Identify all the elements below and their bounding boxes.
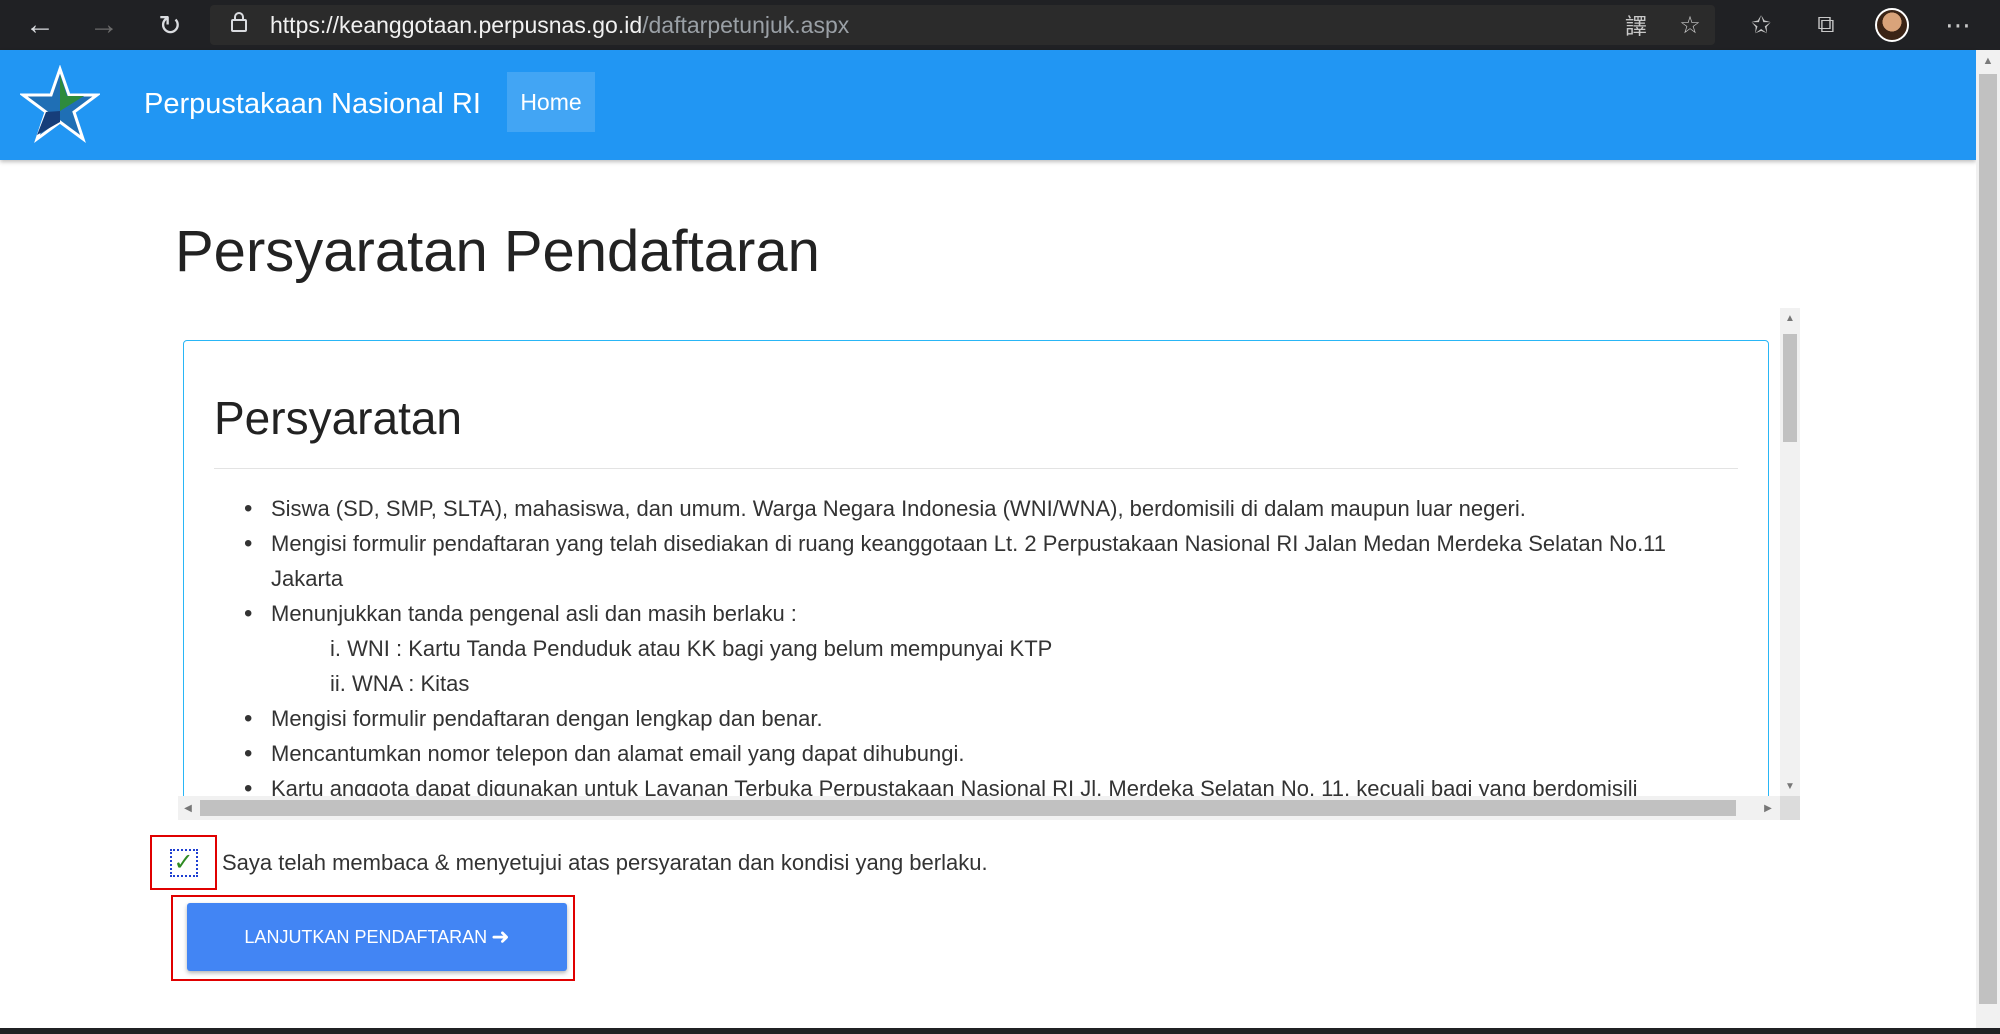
lock-icon (230, 11, 258, 39)
requirements-panel: Persyaratan Siswa (SD, SMP, SLTA), mahas… (183, 340, 1769, 820)
favorites-list-icon[interactable]: ✩ (1743, 8, 1779, 42)
site-navbar: Perpustakaan Nasional RI Home (0, 50, 1976, 160)
agreement-row: ✓ Saya telah membaca & menyetujui atas p… (150, 835, 988, 890)
scrollbar-corner (1780, 796, 1800, 820)
address-bar[interactable]: https://keanggotaan.perpusnas.go.id/daft… (210, 5, 1715, 45)
arrow-right-icon: ➜ (491, 924, 510, 949)
inner-horizontal-scrollbar[interactable]: ◀ ▶ (178, 796, 1780, 820)
divider (214, 468, 1738, 469)
agreement-checkbox[interactable]: ✓ (169, 848, 198, 877)
list-item: Mengisi formulir pendaftaran yang telah … (214, 526, 1744, 596)
collections-icon[interactable]: ⧉ (1808, 8, 1844, 42)
scroll-left-arrow-icon[interactable]: ◀ (178, 798, 198, 818)
back-icon[interactable]: ← (20, 6, 60, 44)
browser-toolbar: ← → ↻ https://keanggotaan.perpusnas.go.i… (0, 0, 2000, 50)
refresh-icon[interactable]: ↻ (150, 6, 190, 44)
inner-horizontal-scrollbar-thumb[interactable] (200, 800, 1736, 816)
sub-list-item: ii. WNA : Kitas (330, 671, 470, 696)
favorite-star-icon[interactable]: ☆ (1672, 8, 1708, 42)
scroll-right-arrow-icon[interactable]: ▶ (1758, 798, 1778, 818)
list-item: Menunjukkan tanda pengenal asli dan masi… (214, 596, 1744, 631)
requirements-scroll-box[interactable]: Persyaratan Siswa (SD, SMP, SLTA), mahas… (178, 308, 1800, 820)
list-item: Siswa (SD, SMP, SLTA), mahasiswa, dan um… (214, 491, 1744, 526)
site-title[interactable]: Perpustakaan Nasional RI (144, 88, 481, 121)
page-scrollbar-thumb[interactable] (1979, 74, 1997, 1004)
list-item: Mengisi formulir pendaftaran dengan leng… (214, 701, 1744, 736)
button-highlight-frame: LANJUTKAN PENDAFTARAN ➜ (171, 895, 575, 981)
list-item: Mencantumkan nomor telepon dan alamat em… (214, 736, 1744, 771)
url-domain: https://keanggotaan.perpusnas.go.id (270, 11, 643, 38)
checkbox-highlight-frame: ✓ (150, 835, 217, 890)
scroll-down-arrow-icon[interactable]: ▼ (1780, 776, 1800, 796)
site-logo[interactable] (18, 64, 102, 145)
forward-icon[interactable]: → (84, 6, 124, 44)
profile-avatar[interactable] (1875, 8, 1909, 42)
agreement-label[interactable]: Saya telah membaca & menyetujui atas per… (222, 850, 988, 876)
inner-vertical-scrollbar[interactable]: ▲ ▼ (1780, 308, 1800, 796)
sub-list-item: i. WNI : Kartu Tanda Penduduk atau KK ba… (330, 636, 1053, 661)
continue-registration-button[interactable]: LANJUTKAN PENDAFTARAN ➜ (187, 903, 567, 971)
nav-home-link[interactable]: Home (507, 72, 595, 132)
page-scrollbar[interactable]: ▲ (1976, 50, 2000, 1028)
page-title: Persyaratan Pendaftaran (175, 219, 820, 284)
continue-button-label: LANJUTKAN PENDAFTARAN (244, 926, 488, 947)
requirements-list: Siswa (SD, SMP, SLTA), mahasiswa, dan um… (214, 491, 1744, 806)
inner-vertical-scrollbar-thumb[interactable] (1783, 334, 1797, 442)
scroll-up-arrow-icon[interactable]: ▲ (1976, 50, 2000, 72)
taskbar-strip (0, 1028, 2000, 1034)
url-path: /daftarpetunjuk.aspx (642, 11, 850, 38)
scroll-up-arrow-icon[interactable]: ▲ (1780, 308, 1800, 328)
more-icon[interactable]: ⋯ (1940, 8, 1976, 42)
translate-icon[interactable]: 譯 (1618, 8, 1654, 42)
requirements-heading: Persyaratan (214, 392, 463, 444)
